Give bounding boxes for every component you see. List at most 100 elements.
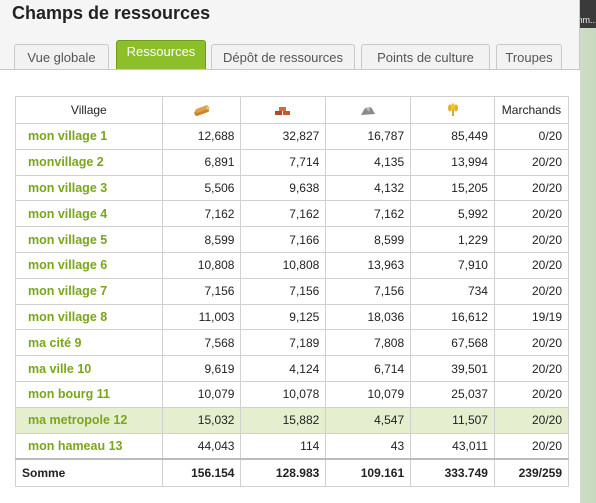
clay-value: 7,714 — [240, 148, 327, 176]
village-link[interactable]: mon village 3 — [15, 174, 163, 202]
wood-column-header — [161, 96, 242, 124]
village-link[interactable]: mon village 6 — [15, 251, 163, 279]
clay-value: 9,638 — [240, 174, 327, 202]
clay-value: 32,827 — [240, 123, 327, 150]
merchants-column-header: Marchands — [493, 96, 570, 124]
village-link[interactable]: mon bourg 11 — [15, 380, 163, 408]
table-row: mon bourg 11 10,079 10,078 10,079 25,037 20/2… — [15, 380, 570, 408]
village-link[interactable]: mon village 1 — [15, 123, 163, 150]
crop-value: 15,205 — [410, 174, 495, 202]
wood-icon — [193, 105, 210, 116]
clay-value: 10,808 — [240, 251, 327, 279]
merchants-value: 20/20 — [493, 148, 570, 176]
village-link[interactable]: mon village 4 — [15, 200, 163, 228]
crop-value: 7,910 — [410, 251, 495, 279]
wood-value: 44,043 — [161, 432, 242, 460]
merchants-value: 0/20 — [493, 123, 570, 150]
merchants-value: 20/20 — [493, 200, 570, 228]
merchants-value: 20/20 — [493, 380, 570, 408]
clay-value: 7,189 — [240, 329, 327, 357]
clay-value: 7,166 — [240, 226, 327, 253]
clay-value: 7,162 — [240, 200, 327, 228]
iron-icon — [361, 106, 376, 115]
resources-window: Champs de ressources Vue globale Ressour… — [0, 0, 580, 503]
crop-value: 43,011 — [410, 432, 495, 460]
clay-value: 15,882 — [240, 406, 327, 434]
iron-value: 13,963 — [325, 251, 412, 279]
clay-column-header — [240, 96, 327, 124]
iron-value: 7,156 — [325, 277, 412, 305]
village-link[interactable]: ma ville 10 — [15, 355, 163, 382]
merchants-value: 20/20 — [493, 329, 570, 357]
crop-value: 1,229 — [410, 226, 495, 253]
wood-value: 9,619 — [161, 355, 242, 382]
tab-resources[interactable]: Ressources — [116, 40, 206, 70]
crop-value: 5,992 — [410, 200, 495, 228]
crop-value: 16,612 — [410, 303, 495, 331]
merchants-value: 20/20 — [493, 277, 570, 305]
village-column-header: Village — [15, 96, 163, 124]
resources-table: Village Marchands mon village 1 12,688 3… — [15, 96, 570, 488]
wood-value: 7,162 — [161, 200, 242, 228]
iron-value: 4,132 — [325, 174, 412, 202]
clay-value: 7,156 — [240, 277, 327, 305]
wood-value: 5,506 — [161, 174, 242, 202]
clay-icon — [275, 106, 291, 115]
merchants-value: 20/20 — [493, 251, 570, 279]
wood-value: 6,891 — [161, 148, 242, 176]
iron-value: 6,714 — [325, 355, 412, 382]
crop-icon — [447, 103, 458, 117]
iron-value: 7,162 — [325, 200, 412, 228]
resources-panel: Village Marchands mon village 1 12,688 3… — [0, 69, 580, 503]
wood-value: 8,599 — [161, 226, 242, 253]
sum-label: Somme — [15, 457, 163, 488]
table-row: mon village 8 11,003 9,125 18,036 16,612 19/1… — [15, 303, 570, 331]
iron-value: 43 — [325, 432, 412, 460]
clay-value: 4,124 — [240, 355, 327, 382]
table-row: mon village 1 12,688 32,827 16,787 85,449 0/2… — [15, 123, 570, 150]
table-row: monvillage 2 6,891 7,714 4,135 13,994 20/20 — [15, 148, 570, 176]
sum-wood: 156.154 — [161, 457, 242, 488]
wood-value: 7,568 — [161, 329, 242, 357]
village-link[interactable]: mon village 8 — [15, 303, 163, 331]
village-link[interactable]: monvillage 2 — [15, 148, 163, 176]
village-link[interactable]: mon hameau 13 — [15, 432, 163, 460]
merchants-value: 19/19 — [493, 303, 570, 331]
crop-value: 39,501 — [410, 355, 495, 382]
iron-value: 4,135 — [325, 148, 412, 176]
iron-value: 10,079 — [325, 380, 412, 408]
sum-row: Somme 156.154 128.983 109.161 333.749 23… — [15, 457, 570, 488]
iron-value: 16,787 — [325, 123, 412, 150]
wood-value: 11,003 — [161, 303, 242, 331]
table-header-row: Village Marchands — [15, 96, 570, 124]
table-row: ma metropole 12 15,032 15,882 4,547 11,507 20… — [15, 406, 570, 434]
iron-value: 18,036 — [325, 303, 412, 331]
table-row: mon village 5 8,599 7,166 8,599 1,229 20/20 — [15, 226, 570, 253]
clay-value: 9,125 — [240, 303, 327, 331]
crop-value: 25,037 — [410, 380, 495, 408]
village-link[interactable]: mon village 5 — [15, 226, 163, 253]
iron-value: 8,599 — [325, 226, 412, 253]
tab-troops[interactable]: Troupes — [496, 44, 562, 70]
clay-value: 10,078 — [240, 380, 327, 408]
village-link[interactable]: ma metropole 12 — [15, 406, 163, 434]
village-link[interactable]: ma cité 9 — [15, 329, 163, 357]
table-row: ma cité 9 7,568 7,189 7,808 67,568 20/20 — [15, 329, 570, 357]
clay-value: 114 — [240, 432, 327, 460]
wood-value: 7,156 — [161, 277, 242, 305]
merchants-value: 20/20 — [493, 432, 570, 460]
table-row: mon village 7 7,156 7,156 7,156 734 20/20 — [15, 277, 570, 305]
village-link[interactable]: mon village 7 — [15, 277, 163, 305]
merchants-value: 20/20 — [493, 226, 570, 253]
wood-value: 12,688 — [161, 123, 242, 150]
crop-value: 85,449 — [410, 123, 495, 150]
tab-overview[interactable]: Vue globale — [14, 44, 109, 70]
tab-culture-points[interactable]: Points de culture — [361, 44, 490, 70]
crop-column-header — [410, 96, 495, 124]
crop-value: 67,568 — [410, 329, 495, 357]
table-row: ma ville 10 9,619 4,124 6,714 39,501 20/20 — [15, 355, 570, 382]
tab-warehouse[interactable]: Dépôt de ressources — [211, 44, 355, 70]
iron-value: 7,808 — [325, 329, 412, 357]
crop-value: 13,994 — [410, 148, 495, 176]
wood-value: 10,808 — [161, 251, 242, 279]
